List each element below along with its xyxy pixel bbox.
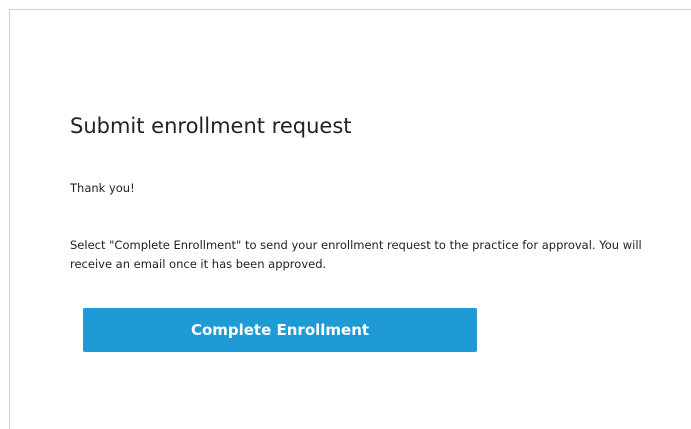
instructions-text: Select "Complete Enrollment" to send you… bbox=[70, 238, 642, 271]
thank-you-text: Thank you! bbox=[70, 181, 135, 195]
complete-enrollment-button[interactable]: Complete Enrollment bbox=[83, 308, 477, 352]
page-title: Submit enrollment request bbox=[70, 114, 352, 138]
enrollment-panel bbox=[9, 9, 691, 429]
